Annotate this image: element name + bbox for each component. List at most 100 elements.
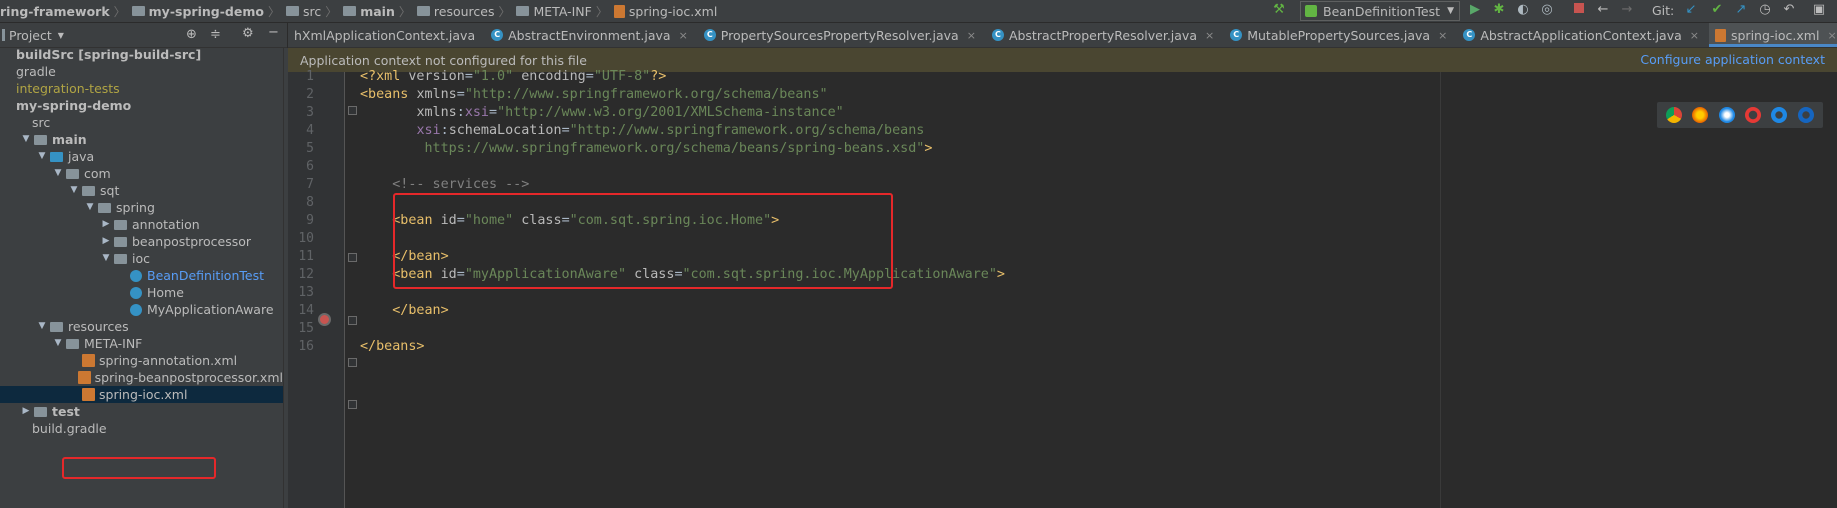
- fold-marker[interactable]: [348, 400, 357, 409]
- tree-item[interactable]: ▼ ioc: [0, 250, 283, 267]
- profile-icon[interactable]: ◎: [1540, 3, 1554, 17]
- settings-gear-icon[interactable]: ⚙: [242, 26, 254, 41]
- tree-item[interactable]: spring-ioc.xml: [0, 386, 283, 403]
- breadcrumb-item[interactable]: ring-framework: [0, 4, 110, 19]
- editor-tab[interactable]: C MutablePropertySources.java ×: [1224, 23, 1457, 47]
- right-margin-guide: [1440, 72, 1441, 508]
- tree-item[interactable]: Home: [0, 284, 283, 301]
- spring-bean-gutter-icon[interactable]: [318, 313, 331, 326]
- git-history-icon[interactable]: ◷: [1758, 3, 1772, 17]
- tree-item[interactable]: ▼ META-INF: [0, 335, 283, 352]
- firefox-icon[interactable]: [1692, 107, 1709, 123]
- collapse-arrow-icon[interactable]: ▶: [20, 403, 32, 420]
- breadcrumb-item[interactable]: main: [341, 4, 395, 19]
- collapse-arrow-icon[interactable]: ▶: [100, 216, 112, 233]
- expand-arrow-icon[interactable]: ▼: [84, 199, 96, 216]
- editor-tab[interactable]: C PropertySourcesPropertyResolver.java ×: [698, 23, 986, 47]
- close-icon[interactable]: ×: [1438, 29, 1447, 42]
- tree-item[interactable]: ▼ com: [0, 165, 283, 182]
- build-hammer-icon[interactable]: ⚒: [1272, 3, 1286, 17]
- breadcrumb-label: resources: [433, 3, 495, 19]
- run-icon[interactable]: ▶: [1468, 3, 1482, 17]
- tree-item[interactable]: ▼ spring: [0, 199, 283, 216]
- edge-icon[interactable]: [1797, 107, 1814, 123]
- stop-icon[interactable]: [1572, 3, 1586, 17]
- expand-arrow-icon[interactable]: ▼: [36, 148, 48, 165]
- editor-tab[interactable]: C AbstractPropertyResolver.java ×: [986, 23, 1224, 47]
- breadcrumb-label: ring-framework: [0, 3, 110, 19]
- locate-icon[interactable]: ⊕: [186, 27, 197, 42]
- project-panel-title[interactable]: Project: [9, 28, 52, 43]
- tree-item[interactable]: src: [0, 114, 283, 131]
- tree-item[interactable]: ▶ beanpostprocessor: [0, 233, 283, 250]
- tree-item[interactable]: ▶ test: [0, 403, 283, 420]
- ie-icon[interactable]: [1771, 107, 1788, 123]
- expand-arrow-icon[interactable]: ▼: [52, 165, 64, 182]
- editor-tab[interactable]: C AbstractApplicationContext.java ×: [1457, 23, 1709, 47]
- tree-item[interactable]: buildSrc [spring-build-src]: [0, 48, 283, 63]
- tree-item[interactable]: integration-tests: [0, 80, 283, 97]
- code-line[interactable]: https://www.springframework.org/schema/b…: [360, 138, 932, 159]
- tree-item[interactable]: spring-beanpostprocessor.xml: [0, 369, 283, 386]
- chevron-down-icon[interactable]: ▼: [1447, 6, 1454, 16]
- fold-marker[interactable]: [348, 106, 357, 115]
- breadcrumb-item[interactable]: src: [284, 4, 321, 19]
- code-line[interactable]: <!-- services -->: [360, 174, 529, 195]
- expand-arrow-icon[interactable]: ▼: [36, 318, 48, 335]
- tree-item-label: my-spring-demo: [16, 98, 132, 113]
- breadcrumb-separator-icon: 〉: [267, 4, 280, 19]
- tree-item[interactable]: BeanDefinitionTest: [0, 267, 283, 284]
- tree-item[interactable]: build.gradle: [0, 420, 283, 437]
- breadcrumb-item[interactable]: my-spring-demo: [130, 4, 264, 19]
- git-push-icon[interactable]: ↗: [1734, 3, 1748, 17]
- editor-tab[interactable]: C AbstractEnvironment.java ×: [485, 23, 698, 47]
- breadcrumb-item[interactable]: META-INF: [514, 4, 592, 19]
- close-icon[interactable]: ×: [1690, 29, 1699, 42]
- breadcrumb-item[interactable]: spring-ioc.xml: [612, 4, 717, 19]
- collapse-all-icon[interactable]: ≑: [210, 27, 221, 42]
- chevron-down-icon[interactable]: ▼: [58, 31, 64, 40]
- chrome-icon[interactable]: [1666, 107, 1683, 123]
- run-configuration-selector[interactable]: BeanDefinitionTest ▼: [1300, 1, 1460, 21]
- code-token: :: [440, 123, 449, 138]
- breadcrumb-item[interactable]: resources: [415, 3, 495, 19]
- tree-item[interactable]: gradle: [0, 63, 283, 80]
- tree-item[interactable]: my-spring-demo: [0, 97, 283, 114]
- tree-item[interactable]: ▼ sqt: [0, 182, 283, 199]
- expand-arrow-icon[interactable]: ▼: [100, 250, 112, 267]
- fold-marker[interactable]: [348, 253, 357, 262]
- expand-arrow-icon[interactable]: ▼: [20, 131, 32, 148]
- git-update-icon[interactable]: ↙: [1684, 3, 1698, 17]
- tree-item[interactable]: spring-annotation.xml: [0, 352, 283, 369]
- safari-icon[interactable]: [1718, 107, 1735, 123]
- close-icon[interactable]: ×: [1827, 29, 1836, 42]
- close-icon[interactable]: ×: [679, 29, 688, 42]
- code-line[interactable]: </beans>: [360, 336, 425, 357]
- code-line[interactable]: </bean>: [360, 300, 448, 321]
- tree-item[interactable]: MyApplicationAware: [0, 301, 283, 318]
- coverage-icon[interactable]: ◐: [1516, 3, 1530, 17]
- fold-marker[interactable]: [348, 316, 357, 325]
- tree-item[interactable]: ▼ resources: [0, 318, 283, 335]
- configure-context-link[interactable]: Configure application context: [1640, 52, 1825, 67]
- git-commit-icon[interactable]: ✔: [1710, 3, 1724, 17]
- tree-item[interactable]: ▼ main: [0, 131, 283, 148]
- forward-icon[interactable]: →: [1620, 3, 1634, 17]
- back-icon[interactable]: ←: [1596, 3, 1610, 17]
- project-structure-icon[interactable]: ▣: [1812, 3, 1826, 17]
- expand-arrow-icon[interactable]: ▼: [68, 182, 80, 199]
- tree-item-label: spring-annotation.xml: [99, 353, 238, 368]
- close-icon[interactable]: ×: [1205, 29, 1214, 42]
- tree-item[interactable]: ▼ java: [0, 148, 283, 165]
- editor-tab[interactable]: hXmlApplicationContext.java: [288, 23, 485, 47]
- tree-item[interactable]: ▶ annotation: [0, 216, 283, 233]
- fold-marker[interactable]: [348, 358, 357, 367]
- expand-arrow-icon[interactable]: ▼: [52, 335, 64, 352]
- debug-icon[interactable]: ✱: [1492, 3, 1506, 17]
- close-icon[interactable]: ×: [967, 29, 976, 42]
- collapse-arrow-icon[interactable]: ▶: [100, 233, 112, 250]
- hide-panel-icon[interactable]: −: [268, 25, 279, 40]
- opera-icon[interactable]: [1745, 107, 1762, 123]
- git-rollback-icon[interactable]: ↶: [1782, 3, 1796, 17]
- editor-tab[interactable]: spring-ioc.xml ×: [1708, 23, 1837, 47]
